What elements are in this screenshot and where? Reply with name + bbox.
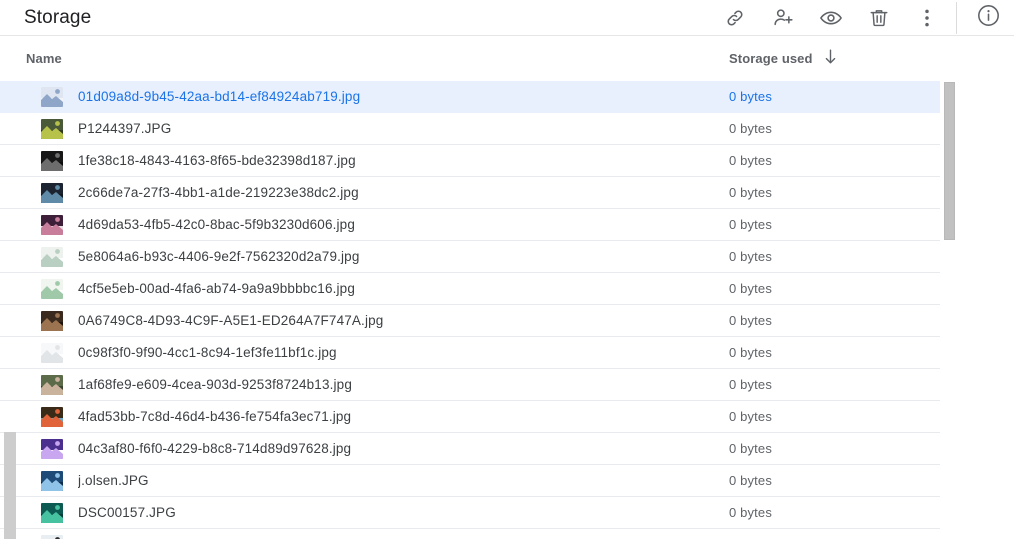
page-title: Storage — [24, 6, 92, 28]
file-storage-used: 0 bytes — [729, 249, 772, 264]
file-name[interactable]: P1244397.JPG — [78, 121, 940, 136]
table-row[interactable]: P1244397.JPG 0 bytes — [0, 113, 940, 145]
table-row[interactable]: 01d09a8d-9b45-42aa-bd14-ef84924ab719.jpg… — [0, 81, 940, 113]
file-name[interactable]: 0A6749C8-4D93-4C9F-A5E1-ED264A7F747A.jpg — [78, 313, 940, 328]
table-row[interactable]: 5e8064a6-b93c-4406-9e2f-7562320d2a79.jpg… — [0, 241, 940, 273]
file-storage-used: 0 bytes — [729, 217, 772, 232]
link-icon — [724, 7, 746, 29]
table-row[interactable]: 1fe38c18-4843-4163-8f65-bde32398d187.jpg… — [0, 145, 940, 177]
table-row[interactable]: 04c3af80-f6f0-4229-b8c8-714d89d97628.jpg… — [0, 433, 940, 465]
file-storage-used: 0 bytes — [729, 89, 772, 104]
file-name[interactable]: 4fad53bb-7c8d-46d4-b436-fe754fa3ec71.jpg — [78, 409, 940, 424]
vertical-scrollbar-right[interactable] — [943, 82, 955, 539]
file-storage-used: 0 bytes — [729, 473, 772, 488]
eye-icon — [819, 6, 843, 30]
column-header-name-label: Name — [26, 51, 62, 66]
file-thumbnail — [41, 502, 63, 523]
more-vert-icon — [917, 7, 937, 29]
file-thumbnail — [41, 278, 63, 299]
table-row[interactable]: 4cf5e5eb-00ad-4fa6-ab74-9a9a9bbbbc16.jpg… — [0, 273, 940, 305]
file-name[interactable]: 5e8064a6-b93c-4406-9e2f-7562320d2a79.jpg — [78, 249, 940, 264]
file-storage-used: 0 bytes — [729, 185, 772, 200]
remove-button[interactable] — [855, 0, 903, 36]
file-name[interactable]: j.olsen.JPG — [78, 473, 940, 488]
file-list[interactable]: 01d09a8d-9b45-42aa-bd14-ef84924ab719.jpg… — [0, 81, 1014, 539]
table-row[interactable]: DSC00157.JPG 0 bytes — [0, 497, 940, 529]
file-name[interactable]: 1fe38c18-4843-4163-8f65-bde32398d187.jpg — [78, 153, 940, 168]
file-thumbnail — [41, 214, 63, 235]
file-storage-used: 0 bytes — [729, 505, 772, 520]
file-thumbnail — [41, 246, 63, 267]
table-row[interactable]: j.olsen.JPG 0 bytes — [0, 465, 940, 497]
file-thumbnail — [41, 470, 63, 491]
table-row[interactable]: 0c98f3f0-9f90-4cc1-8c94-1ef3fe11bf1c.jpg… — [0, 337, 940, 369]
column-header-storage-label: Storage used — [729, 51, 813, 66]
file-storage-used: 0 bytes — [729, 345, 772, 360]
details-button[interactable] — [962, 0, 1014, 36]
file-name[interactable]: 4d69da53-4fb5-42c0-8bac-5f9b3230d606.jpg — [78, 217, 940, 232]
file-name[interactable]: 1af68fe9-e609-4cea-903d-9253f8724b13.jpg — [78, 377, 940, 392]
file-thumbnail — [41, 438, 63, 459]
storage-app: Storage Name Storage used 01d09a8d-9b45-… — [0, 0, 1014, 539]
file-thumbnail — [41, 310, 63, 331]
file-name[interactable]: 2c66de7a-27f3-4bb1-a1de-219223e38dc2.jpg — [78, 185, 940, 200]
file-storage-used: 0 bytes — [729, 409, 772, 424]
file-name[interactable]: 04c3af80-f6f0-4229-b8c8-714d89d97628.jpg — [78, 441, 940, 456]
vertical-scrollbar-left[interactable] — [4, 432, 16, 539]
file-storage-used: 0 bytes — [729, 377, 772, 392]
file-thumbnail — [41, 342, 63, 363]
preview-button[interactable] — [807, 0, 855, 36]
file-name[interactable]: 0c98f3f0-9f90-4cc1-8c94-1ef3fe11bf1c.jpg — [78, 345, 940, 360]
add-person-icon — [772, 6, 795, 29]
file-thumbnail — [41, 406, 63, 427]
info-icon — [976, 3, 1001, 33]
column-header-storage-used[interactable]: Storage used — [729, 36, 838, 81]
scrollbar-thumb-right[interactable] — [944, 82, 955, 240]
file-name[interactable]: DSC00157.JPG — [78, 505, 940, 520]
toolbar-actions — [711, 0, 1014, 36]
get-link-button[interactable] — [711, 0, 759, 36]
arrow-down-icon — [823, 48, 838, 70]
file-storage-used: 0 bytes — [729, 121, 772, 136]
share-button[interactable] — [759, 0, 807, 36]
column-header-name[interactable]: Name — [26, 36, 62, 81]
file-thumbnail — [41, 86, 63, 107]
table-row[interactable]: 2c66de7a-27f3-4bb1-a1de-219223e38dc2.jpg… — [0, 177, 940, 209]
file-name[interactable]: 01d09a8d-9b45-42aa-bd14-ef84924ab719.jpg — [78, 89, 940, 104]
table-row[interactable]: 4d69da53-4fb5-42c0-8bac-5f9b3230d606.jpg… — [0, 209, 940, 241]
table-row[interactable]: 0A6749C8-4D93-4C9F-A5E1-ED264A7F747A.jpg… — [0, 305, 940, 337]
column-header-row: Name Storage used — [0, 36, 1014, 81]
toolbar-divider — [956, 1, 957, 34]
file-storage-used: 0 bytes — [729, 153, 772, 168]
file-thumbnail — [41, 118, 63, 139]
more-actions-button[interactable] — [903, 0, 951, 36]
file-thumbnail — [41, 374, 63, 395]
file-storage-used: 0 bytes — [729, 441, 772, 456]
table-row[interactable]: 4fad53bb-7c8d-46d4-b436-fe754fa3ec71.jpg… — [0, 401, 940, 433]
file-storage-used: 0 bytes — [729, 313, 772, 328]
file-thumbnail — [41, 534, 63, 539]
table-row[interactable]: 1af68fe9-e609-4cea-903d-9253f8724b13.jpg… — [0, 369, 940, 401]
file-thumbnail — [41, 150, 63, 171]
file-storage-used: 0 bytes — [729, 281, 772, 296]
file-thumbnail — [41, 182, 63, 203]
top-toolbar: Storage — [0, 0, 1014, 36]
table-row[interactable] — [0, 529, 940, 539]
trash-icon — [868, 7, 890, 29]
file-name[interactable]: 4cf5e5eb-00ad-4fa6-ab74-9a9a9bbbbc16.jpg — [78, 281, 940, 296]
